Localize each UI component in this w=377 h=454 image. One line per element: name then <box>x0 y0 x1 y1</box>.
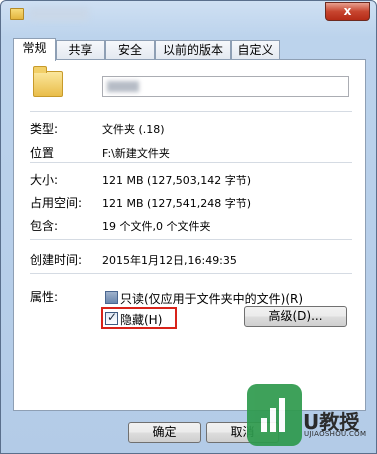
ok-button[interactable]: 确定 <box>128 422 201 443</box>
bar-chart-icon <box>261 398 287 432</box>
folder-name-redacted <box>107 81 139 92</box>
disk-size-value: 121 MB (127,541,248 字节) <box>102 197 252 210</box>
advanced-button[interactable]: 高级(D)... <box>244 306 347 327</box>
properties-window: x 常规 共享 安全 以前的版本 自定义 类型: 文件夹 (.18) 位置 F:… <box>0 0 377 454</box>
divider <box>30 239 352 240</box>
divider <box>30 273 352 274</box>
divider <box>30 111 352 112</box>
readonly-label[interactable]: 只读(仅应用于文件夹中的文件)(R) <box>120 290 303 307</box>
size-value: 121 MB (127,503,142 字节) <box>102 174 252 187</box>
close-button[interactable]: x <box>325 2 370 21</box>
created-label: 创建时间: <box>30 253 83 267</box>
disk-size-label: 占用空间: <box>30 196 83 210</box>
folder-icon <box>10 8 24 20</box>
size-label: 大小: <box>30 173 59 187</box>
window-title-redacted <box>29 7 89 21</box>
tab-security[interactable]: 安全 <box>105 40 155 60</box>
tab-general[interactable]: 常规 <box>13 38 56 61</box>
tab-sharing[interactable]: 共享 <box>56 40 105 60</box>
contains-label: 包含: <box>30 219 59 233</box>
hidden-highlight-box <box>101 307 177 329</box>
folder-icon <box>33 66 63 97</box>
watermark-logo <box>247 384 302 446</box>
location-label: 位置 <box>30 146 55 160</box>
attributes-label: 属性: <box>30 290 59 304</box>
folder-name-input[interactable] <box>102 76 349 97</box>
readonly-checkbox[interactable] <box>105 291 118 304</box>
created-value: 2015年1月12日,16:49:35 <box>102 254 237 267</box>
tab-previous-versions[interactable]: 以前的版本 <box>155 40 231 60</box>
tab-customize[interactable]: 自定义 <box>231 40 280 60</box>
watermark-subtext: UJIAOSHOU.COM <box>304 430 367 438</box>
type-label: 类型: <box>30 122 59 136</box>
contains-value: 19 个文件,0 个文件夹 <box>102 220 211 233</box>
general-tab-panel: 类型: 文件夹 (.18) 位置 F:\新建文件夹 大小: 121 MB (12… <box>13 59 366 411</box>
location-value: F:\新建文件夹 <box>102 147 170 160</box>
title-bar[interactable]: x <box>1 1 376 29</box>
divider <box>30 162 352 163</box>
type-value: 文件夹 (.18) <box>102 123 165 136</box>
